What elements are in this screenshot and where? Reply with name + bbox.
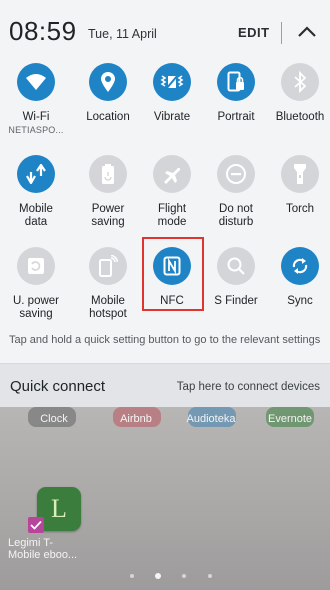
page-dot xyxy=(182,574,186,578)
sync-icon xyxy=(281,247,319,285)
ultra-power-saving-icon xyxy=(17,247,55,285)
app-label-evernote[interactable]: Evernote xyxy=(250,413,330,425)
page-dot xyxy=(130,574,134,578)
check-badge-icon xyxy=(28,517,44,533)
tile-power-saving[interactable]: Power saving xyxy=(75,155,141,245)
torch-icon xyxy=(281,155,319,193)
quick-settings-panel: 08:59 Tue, 11 April EDIT Wi-Fi NETIASPO.… xyxy=(0,0,330,407)
tile-label: S Finder xyxy=(214,295,258,307)
location-icon xyxy=(89,63,127,101)
tile-label: Wi-Fi xyxy=(22,111,50,123)
wifi-network-name: NETIASPO... xyxy=(8,125,64,135)
nfc-highlight-box xyxy=(142,237,204,311)
portrait-lock-icon xyxy=(217,63,255,101)
airplane-icon xyxy=(153,155,191,193)
hotspot-icon xyxy=(89,247,127,285)
battery-icon xyxy=(89,155,127,193)
edit-button[interactable]: EDIT xyxy=(238,25,270,40)
quick-connect-title: Quick connect xyxy=(10,378,106,395)
tile-label: Torch xyxy=(285,203,315,215)
do-not-disturb-icon xyxy=(217,155,255,193)
chevron-up-icon[interactable] xyxy=(294,21,320,43)
tile-mobile-hotspot[interactable]: Mobile hotspot xyxy=(75,247,141,337)
tile-wifi[interactable]: Wi-Fi NETIASPO... xyxy=(3,63,69,153)
quick-settings-hint: Tap and hold a quick setting button to g… xyxy=(9,334,321,346)
tile-location[interactable]: Location xyxy=(75,63,141,153)
page-dot xyxy=(208,574,212,578)
vibrate-icon xyxy=(153,63,191,101)
tile-portrait[interactable]: Portrait xyxy=(203,63,269,153)
tile-label: Bluetooth xyxy=(275,111,325,123)
tile-label: Mobile data xyxy=(19,203,53,228)
header-divider xyxy=(281,22,282,44)
tile-label: Flight mode xyxy=(157,203,187,228)
mobile-data-icon xyxy=(17,155,55,193)
tile-label: Portrait xyxy=(217,111,255,123)
tile-label: Do not disturb xyxy=(218,203,254,228)
tile-vibrate[interactable]: Vibrate xyxy=(139,63,205,153)
clock-time: 08:59 xyxy=(9,16,77,46)
tile-mobile-data[interactable]: Mobile data xyxy=(3,155,69,245)
tile-sync[interactable]: Sync xyxy=(267,247,330,337)
tile-label: Vibrate xyxy=(153,111,191,123)
tile-label: Sync xyxy=(287,295,313,307)
tile-flight-mode[interactable]: Flight mode xyxy=(139,155,205,245)
tile-label: U. power saving xyxy=(12,295,60,320)
tile-bluetooth[interactable]: Bluetooth xyxy=(267,63,330,153)
wifi-icon xyxy=(17,63,55,101)
page-indicator xyxy=(125,572,225,580)
tile-label: Location xyxy=(86,111,130,123)
tile-s-finder[interactable]: S Finder xyxy=(203,247,269,337)
tile-u-power-saving[interactable]: U. power saving xyxy=(3,247,69,337)
page-dot-active xyxy=(155,573,161,579)
app-label-legimi[interactable]: Legimi T- Mobile eboo... xyxy=(0,537,88,561)
bluetooth-icon xyxy=(281,63,319,101)
tile-torch[interactable]: Torch xyxy=(267,155,330,245)
app-label-clock[interactable]: Clock xyxy=(14,413,94,425)
search-icon xyxy=(217,247,255,285)
date-label: Tue, 11 April xyxy=(88,27,157,41)
app-label-airbnb[interactable]: Airbnb xyxy=(96,413,176,425)
quick-connect-bar[interactable]: Quick connect Tap here to connect device… xyxy=(0,363,330,407)
tile-do-not-disturb[interactable]: Do not disturb xyxy=(203,155,269,245)
tile-label: Power saving xyxy=(91,203,125,228)
tile-label: Mobile hotspot xyxy=(89,295,127,320)
app-label-audioteka[interactable]: Audioteka xyxy=(171,413,251,425)
quick-connect-hint[interactable]: Tap here to connect devices xyxy=(177,381,320,393)
home-screen-background: Clock Airbnb Audioteka Evernote L Legimi… xyxy=(0,407,330,590)
status-header: 08:59 Tue, 11 April EDIT xyxy=(0,0,330,56)
